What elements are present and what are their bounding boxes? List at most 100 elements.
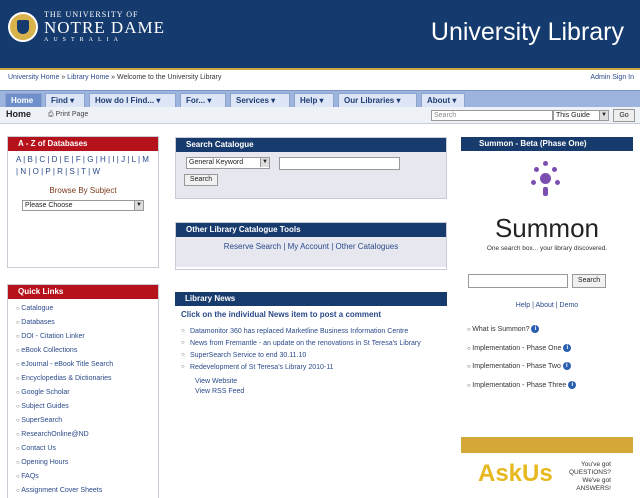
az-header: A - Z of Databases — [8, 137, 158, 151]
banner-divider — [0, 68, 640, 70]
breadcrumb-library-home[interactable]: Library Home — [67, 74, 109, 81]
search-scope-select[interactable]: This Guide ▼ — [553, 110, 609, 121]
library-news-box: Library News Click on the individual New… — [175, 292, 447, 498]
keyword-type-select[interactable]: General Keyword ▼ — [186, 157, 270, 169]
print-page-label: Print Page — [55, 111, 89, 118]
view-website-link[interactable]: View Website — [195, 377, 427, 387]
breadcrumb-university-home[interactable]: University Home — [8, 74, 59, 81]
askus-banner[interactable]: AskUs You've got QUESTIONS? We've got AN… — [474, 458, 638, 498]
quick-link-item[interactable]: Opening Hours — [16, 456, 158, 470]
info-icon[interactable]: i — [531, 325, 540, 334]
info-icon[interactable]: i — [562, 362, 571, 371]
quick-link-item[interactable]: Databases — [16, 316, 158, 330]
catalogue-tools-header: Other Library Catalogue Tools — [176, 223, 446, 237]
reserve-search-link[interactable]: Reserve Search — [224, 242, 281, 251]
print-page-link[interactable]: ⎙ Print Page — [48, 111, 88, 119]
site-title: University Library — [430, 18, 624, 46]
quick-link-item[interactable]: Encyclopedias & Dictionaries — [16, 372, 158, 386]
quick-link-item[interactable]: SuperSearch — [16, 414, 158, 428]
info-icon[interactable]: i — [563, 343, 572, 352]
summon-info-label: Implementation - Phase One — [472, 344, 562, 352]
summon-header: Summon - Beta (Phase One) — [461, 137, 633, 151]
search-catalogue-header: Search Catalogue — [176, 138, 446, 152]
summon-info-label: Implementation - Phase Three — [472, 381, 567, 389]
quick-links-list: CatalogueDatabasesDOI - Citation Linkere… — [8, 299, 158, 498]
summon-info-item[interactable]: Implementation - Phase Three i — [467, 377, 577, 396]
summon-search-input[interactable] — [468, 274, 568, 288]
quick-link-item[interactable]: ResearchOnline@ND — [16, 428, 158, 442]
news-footer-links: View Website View RSS Feed — [175, 375, 447, 399]
info-icon[interactable]: i — [568, 380, 577, 389]
askus-line-3: We've got — [582, 477, 611, 484]
summon-help-links: Help | About | Demo — [515, 302, 579, 309]
university-crest-logo[interactable] — [8, 12, 38, 42]
quick-link-item[interactable]: Contact Us — [16, 442, 158, 456]
sign-in-link[interactable]: Sign In — [612, 74, 634, 81]
breadcrumb-current: Welcome to the University Library — [117, 74, 222, 81]
library-news-header: Library News — [175, 292, 447, 306]
news-item-link[interactable]: SuperSearch Service to end 30.11.10 — [181, 351, 447, 360]
quick-link-item[interactable]: Subject Guides — [16, 400, 158, 414]
tab-how-do-i-find[interactable]: How do I Find... ▾ — [89, 93, 176, 107]
news-item-link[interactable]: News from Fremantle - an update on the r… — [181, 339, 447, 348]
subject-select[interactable]: Please Choose ▼ — [22, 200, 144, 211]
askus-line-2: QUESTIONS? — [569, 469, 611, 476]
quick-link-item[interactable]: eBook Collections — [16, 344, 158, 358]
logo-line-2: NOTRE DAME — [44, 18, 165, 37]
askus-slogan: You've got QUESTIONS? We've got ANSWERS! — [569, 461, 611, 493]
university-logo-text[interactable]: THE UNIVERSITY OF NOTRE DAME AUSTRALIA — [44, 10, 165, 43]
quick-link-item[interactable]: Assignment Cover Sheets — [16, 484, 158, 498]
tab-help[interactable]: Help ▾ — [294, 93, 334, 107]
catalogue-search-button[interactable]: Search — [184, 174, 218, 186]
chevron-down-icon: ▼ — [134, 201, 143, 210]
summon-demo-link[interactable]: Demo — [560, 302, 579, 309]
askus-line-4: ANSWERS! — [576, 485, 611, 492]
summon-info-item[interactable]: Implementation - Phase Two i — [467, 358, 576, 377]
quick-link-item[interactable]: Catalogue — [16, 302, 158, 316]
tab-about[interactable]: About ▾ — [421, 93, 465, 107]
tab-our-libraries[interactable]: Our Libraries ▾ — [338, 93, 417, 107]
scope-value: This Guide — [556, 112, 590, 119]
summon-dots-icon — [531, 161, 561, 201]
my-account-link[interactable]: My Account — [288, 242, 329, 251]
summon-help-link[interactable]: Help — [516, 302, 530, 309]
quick-link-item[interactable]: DOI - Citation Linker — [16, 330, 158, 344]
admin-link[interactable]: Admin — [590, 74, 610, 81]
guide-search-input[interactable]: Search — [431, 110, 553, 121]
breadcrumb-separator: » — [61, 74, 66, 81]
view-rss-link[interactable]: View RSS Feed — [195, 387, 427, 397]
summon-search-button[interactable]: Search — [572, 274, 606, 288]
other-catalogues-link[interactable]: Other Catalogues — [336, 242, 399, 251]
summon-wordmark: Summon — [494, 213, 600, 243]
admin-links: Admin Sign In — [590, 74, 634, 81]
search-catalogue-box: Search Catalogue General Keyword ▼ Search — [175, 137, 447, 199]
news-item-link[interactable]: Datamonitor 360 has replaced Marketline … — [181, 327, 447, 336]
quick-links-box: Quick Links CatalogueDatabasesDOI - Cita… — [7, 284, 159, 498]
summon-about-link[interactable]: About — [536, 302, 554, 309]
quick-link-item[interactable]: FAQs — [16, 470, 158, 484]
summon-tagline: One search box... your library discovere… — [486, 245, 608, 252]
catalogue-search-input[interactable] — [279, 157, 400, 170]
page-title: Home — [6, 109, 32, 119]
news-intro-text: Click on the individual News item to pos… — [181, 310, 382, 319]
summon-info-item[interactable]: What is Summon? i — [467, 321, 576, 340]
tab-services[interactable]: Services ▾ — [230, 93, 290, 107]
az-letter-list: A | B | C | D | E | F | G | H | I | J | … — [8, 151, 158, 181]
askus-header-bar — [461, 437, 633, 453]
tab-for[interactable]: For... ▾ — [180, 93, 226, 107]
subject-select-value: Please Choose — [25, 202, 73, 209]
catalogue-tools-links: Reserve Search | My Account | Other Cata… — [176, 237, 446, 267]
tab-home[interactable]: Home — [5, 93, 42, 107]
news-list: Datamonitor 360 has replaced Marketline … — [175, 323, 447, 372]
browse-by-subject-label: Browse By Subject — [49, 186, 117, 195]
summon-info-list: What is Summon? iImplementation - Phase … — [467, 321, 577, 396]
az-letter-link[interactable]: W — [92, 167, 100, 176]
breadcrumb: University Home » Library Home » Welcome… — [8, 74, 222, 81]
quick-link-item[interactable]: eJournal - eBook Title Search — [16, 358, 158, 372]
go-button[interactable]: Go — [613, 109, 635, 122]
tab-find[interactable]: Find ▾ — [45, 93, 85, 107]
quick-link-item[interactable]: Google Scholar — [16, 386, 158, 400]
az-letter-link[interactable]: M — [142, 155, 149, 164]
summon-info-item[interactable]: Implementation - Phase One i — [467, 340, 576, 359]
news-item-link[interactable]: Redevelopment of St Teresa's Library 201… — [181, 363, 447, 372]
